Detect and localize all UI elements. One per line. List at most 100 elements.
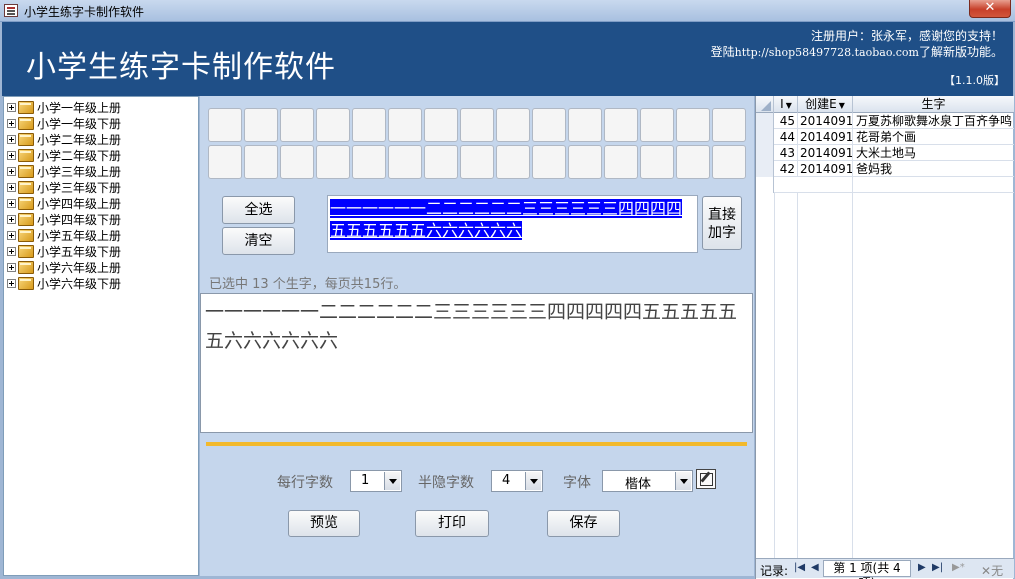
record-position[interactable]: 第 1 项(共 4 项) <box>823 560 911 579</box>
char-cell[interactable] <box>568 145 602 179</box>
next-record-icon[interactable]: ▶ <box>918 562 926 573</box>
cell-chars[interactable]: 万夏苏柳歌舞冰泉丁百齐争鸣 <box>853 113 1014 129</box>
chevron-down-icon[interactable] <box>525 472 541 490</box>
tree-item[interactable]: 小学一年级下册 <box>7 115 121 131</box>
direct-add-button[interactable]: 直接 加字 <box>702 196 742 250</box>
per-row-select[interactable]: 1 <box>350 470 402 492</box>
tree-item[interactable]: 小学一年级上册 <box>7 99 121 115</box>
tree-item[interactable]: 小学三年级上册 <box>7 163 121 179</box>
column-header-chars[interactable]: 生字 <box>853 96 1014 113</box>
table-row[interactable]: 4420140916花哥弟个画 <box>756 129 1014 145</box>
table-row[interactable]: 4520140918万夏苏柳歌舞冰泉丁百齐争鸣 <box>756 113 1014 129</box>
char-cell[interactable] <box>496 145 530 179</box>
expand-icon[interactable] <box>7 102 16 112</box>
tree-item[interactable]: 小学四年级下册 <box>7 211 121 227</box>
char-cell[interactable] <box>316 108 350 142</box>
column-header-created[interactable]: 创建E ▼ <box>798 96 853 113</box>
char-cell[interactable] <box>532 145 566 179</box>
expand-icon[interactable] <box>7 150 16 160</box>
char-cell[interactable] <box>460 108 494 142</box>
char-cell[interactable] <box>532 108 566 142</box>
preview-area[interactable]: 一一一一一一二二二二二二三三三三三三四四四四四五五五五五五六六六六六六 <box>200 293 753 433</box>
clear-button[interactable]: 清空 <box>222 227 295 255</box>
cell-chars[interactable]: 花哥弟个画 <box>853 129 1014 145</box>
cell-chars[interactable]: 大米土地马 <box>853 145 1014 161</box>
tree-item[interactable]: 小学三年级下册 <box>7 179 121 195</box>
close-button[interactable]: ✕ <box>969 0 1011 18</box>
cell-date[interactable]: 20140916 <box>798 145 853 161</box>
char-cell[interactable] <box>568 108 602 142</box>
char-cell[interactable] <box>424 108 458 142</box>
char-cell[interactable] <box>604 108 638 142</box>
last-record-icon[interactable]: ▶| <box>932 562 943 573</box>
char-cell[interactable] <box>712 145 746 179</box>
print-button[interactable]: 打印 <box>415 510 489 537</box>
chevron-down-icon[interactable]: ▼ <box>786 101 792 110</box>
edit-font-icon[interactable] <box>696 469 716 489</box>
column-header-id[interactable]: I ▼ <box>775 96 798 113</box>
tree-item[interactable]: 小学六年级下册 <box>7 275 121 291</box>
half-hidden-select[interactable]: 4 <box>491 470 543 492</box>
expand-icon[interactable] <box>7 118 16 128</box>
shop-url-link[interactable]: http://shop58497728.taobao.com <box>735 46 919 59</box>
cell-date[interactable]: 20140918 <box>798 113 853 129</box>
records-datasheet[interactable]: I▼ 创建E▼ 生字 4520140918万夏苏柳歌舞冰泉丁百齐争鸣442014… <box>755 96 1014 579</box>
font-select[interactable]: 楷体 <box>602 470 693 492</box>
char-cell[interactable] <box>424 145 458 179</box>
table-row[interactable]: 4220140916爸妈我 <box>756 161 1014 177</box>
row-selector[interactable] <box>756 145 774 161</box>
prev-record-icon[interactable]: ◀ <box>811 562 819 573</box>
expand-icon[interactable] <box>7 198 16 208</box>
row-selector[interactable] <box>756 129 774 145</box>
char-cell[interactable] <box>640 145 674 179</box>
cell-id[interactable]: 44 <box>775 129 798 145</box>
chevron-down-icon[interactable] <box>675 472 691 490</box>
chevron-down-icon[interactable]: ▼ <box>839 101 845 110</box>
char-cell[interactable] <box>460 145 494 179</box>
char-cell[interactable] <box>208 145 242 179</box>
char-cell[interactable] <box>496 108 530 142</box>
expand-icon[interactable] <box>7 230 16 240</box>
cell-id[interactable]: 45 <box>775 113 798 129</box>
row-selector[interactable] <box>756 161 774 177</box>
char-cell[interactable] <box>604 145 638 179</box>
preview-button[interactable]: 预览 <box>288 510 360 537</box>
row-selector[interactable] <box>756 113 774 129</box>
expand-icon[interactable] <box>7 262 16 272</box>
select-all-button[interactable]: 全选 <box>222 196 295 224</box>
cell-chars[interactable]: 爸妈我 <box>853 161 1014 177</box>
expand-icon[interactable] <box>7 182 16 192</box>
first-record-icon[interactable]: |◀ <box>794 562 805 573</box>
char-cell[interactable] <box>640 108 674 142</box>
char-cell[interactable] <box>244 145 278 179</box>
selected-chars-box[interactable]: 一一一一一一二二二二二二三三三三三三四四四四五五五五五五六六六六六六 <box>327 195 698 253</box>
select-all-corner[interactable] <box>756 96 774 113</box>
tree-item[interactable]: 小学五年级上册 <box>7 227 121 243</box>
char-cell[interactable] <box>676 145 710 179</box>
cell-date[interactable]: 20140916 <box>798 129 853 145</box>
cell-id[interactable]: 42 <box>775 161 798 177</box>
new-record-icon[interactable]: ▶* <box>952 562 965 573</box>
char-cell[interactable] <box>352 145 386 179</box>
expand-icon[interactable] <box>7 246 16 256</box>
char-cell[interactable] <box>712 108 746 142</box>
grade-tree[interactable]: 小学一年级上册 小学一年级下册 小学二年级上册 小学二年级下册 小学三年级上册 小学三年级… <box>3 96 199 576</box>
cell-id[interactable]: 43 <box>775 145 798 161</box>
char-cell[interactable] <box>208 108 242 142</box>
tree-item[interactable]: 小学六年级上册 <box>7 259 121 275</box>
tree-item[interactable]: 小学五年级下册 <box>7 243 121 259</box>
char-cell[interactable] <box>388 145 422 179</box>
char-cell[interactable] <box>388 108 422 142</box>
tree-item[interactable]: 小学四年级上册 <box>7 195 121 211</box>
tree-item[interactable]: 小学二年级上册 <box>7 131 121 147</box>
char-cell[interactable] <box>280 108 314 142</box>
char-cell[interactable] <box>280 145 314 179</box>
table-row[interactable]: 4320140916大米土地马 <box>756 145 1014 161</box>
cell-date[interactable]: 20140916 <box>798 161 853 177</box>
char-cell[interactable] <box>676 108 710 142</box>
expand-icon[interactable] <box>7 278 16 288</box>
chevron-down-icon[interactable] <box>384 472 400 490</box>
tree-item[interactable]: 小学二年级下册 <box>7 147 121 163</box>
expand-icon[interactable] <box>7 134 16 144</box>
char-cell[interactable] <box>352 108 386 142</box>
